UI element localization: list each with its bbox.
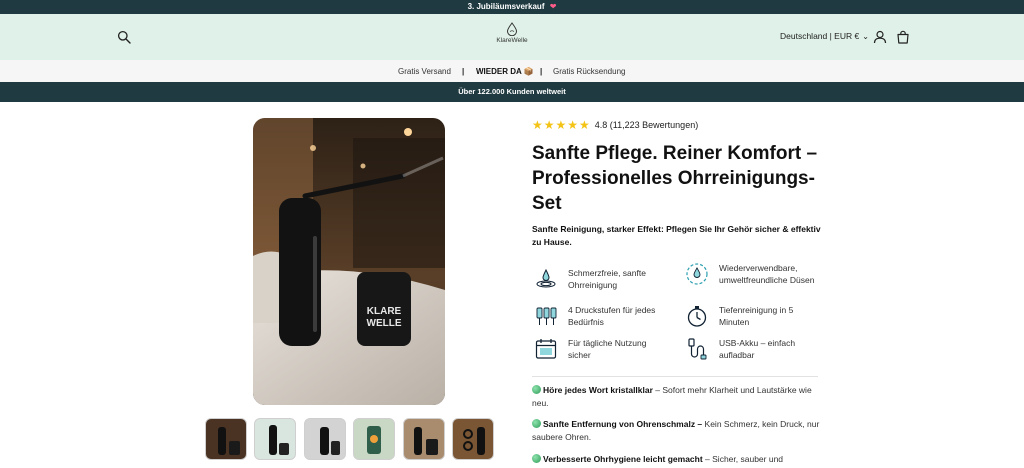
feature-item: 4 Druckstufen für jedes Bedürfnis [534,304,668,328]
feature-text: 4 Druckstufen für jedes Bedürfnis [568,305,656,327]
account-icon[interactable] [873,30,887,44]
green-circle-icon [532,454,541,463]
divider [532,376,818,377]
green-circle-icon [532,385,541,394]
usp-back-in-stock: WIEDER DA 📦 [476,67,534,76]
usp-free-returns: Gratis Rücksendung [553,67,626,76]
usp-separator: | [540,67,543,76]
product-title: Sanfte Pflege. Reiner Komfort – Professi… [532,143,818,214]
feature-text: USB-Akku – einfach aufladbar [719,338,796,360]
calendar-icon [535,339,557,359]
thumbnail-6[interactable] [452,418,494,460]
site-logo[interactable]: KlareWelle [490,22,534,44]
feature-item: Tiefenreinigung in 5 Minuten [685,304,819,328]
product-photo: KLARE WELLE [253,118,445,405]
thumbnail-2[interactable] [254,418,296,460]
feature-text: Für tägliche Nutzung sicher [568,338,647,360]
feature-item: Wiederverwendbare, umweltfreundliche Düs… [685,262,819,286]
search-icon[interactable] [117,30,131,44]
product-subtitle: Sanfte Reinigung, starker Effekt: Pflege… [532,224,821,247]
heart-icon: ❤ [549,2,557,11]
usp-bar: Gratis Versand | WIEDER DA 📦 | Gratis Rü… [0,60,1024,82]
country-currency-label: Deutschland | EUR € [780,31,860,41]
trust-bar: Über 122.000 Kunden weltweit [0,82,1024,102]
feature-text: Wiederverwendbare, umweltfreundliche Düs… [719,263,815,285]
benefit-text: – Sicher, sauber und [702,454,784,464]
benefit-bold: Sanfte Entfernung von Ohrenschmalz – [543,419,703,429]
thumbnail-5[interactable] [403,418,445,460]
feature-text: Tiefenreinigung in 5 Minuten [719,305,794,327]
benefit-item: Verbesserte Ohrhygiene leicht gemacht – … [532,453,824,466]
feature-text: Schmerzfreie, sanfte Ohrreinigung [568,268,646,290]
benefit-bold: Verbesserte Ohrhygiene leicht gemacht [543,454,703,464]
product-label-text: KLARE [367,306,402,317]
thumbnail-1[interactable] [205,418,247,460]
rating-text: 4.8 (11,223 Bewertungen) [594,120,699,130]
usp-separator: | [462,67,465,76]
stopwatch-icon [687,306,707,327]
feature-item: Für tägliche Nutzung sicher [534,337,668,361]
product-rating[interactable]: ★★★★★ 4.8 (11,223 Bewertungen) [532,118,698,132]
product-label-text: WELLE [367,318,402,329]
thumbnail-4[interactable] [353,418,395,460]
country-currency-selector[interactable]: Deutschland | EUR € ⌄ [780,31,869,41]
benefit-item: Höre jedes Wort kristallklar – Sofort me… [532,384,824,410]
recycle-drop-icon [686,263,708,285]
announcement-text: 3. Jubiläumsverkauf [467,2,545,11]
benefit-bold: Höre jedes Wort kristallklar [543,385,653,395]
benefit-item: Sanfte Entfernung von Ohrenschmalz – Kei… [532,418,824,444]
water-drop-logo-icon [506,22,518,36]
announcement-bar: 3. Jubiläumsverkauf ❤ [0,0,1024,14]
star-rating-icon: ★★★★★ [532,118,591,132]
trust-text: Über 122.000 Kunden weltweit [458,87,566,96]
green-circle-icon [532,419,541,428]
usp-free-shipping: Gratis Versand [398,67,451,76]
feature-item: Schmerzfreie, sanfte Ohrreinigung [534,267,668,291]
cart-icon[interactable] [896,30,910,44]
site-header: KlareWelle Deutschland | EUR € ⌄ [0,14,1024,60]
feature-item: USB-Akku – einfach aufladbar [685,337,819,361]
usb-cable-icon [688,338,707,360]
logo-text: KlareWelle [496,37,528,44]
product-main-image[interactable]: KLARE WELLE [253,118,445,405]
pressure-levels-icon [536,307,557,325]
thumbnail-3[interactable] [304,418,346,460]
chevron-down-icon: ⌄ [862,32,869,41]
fountain-icon [536,268,556,288]
